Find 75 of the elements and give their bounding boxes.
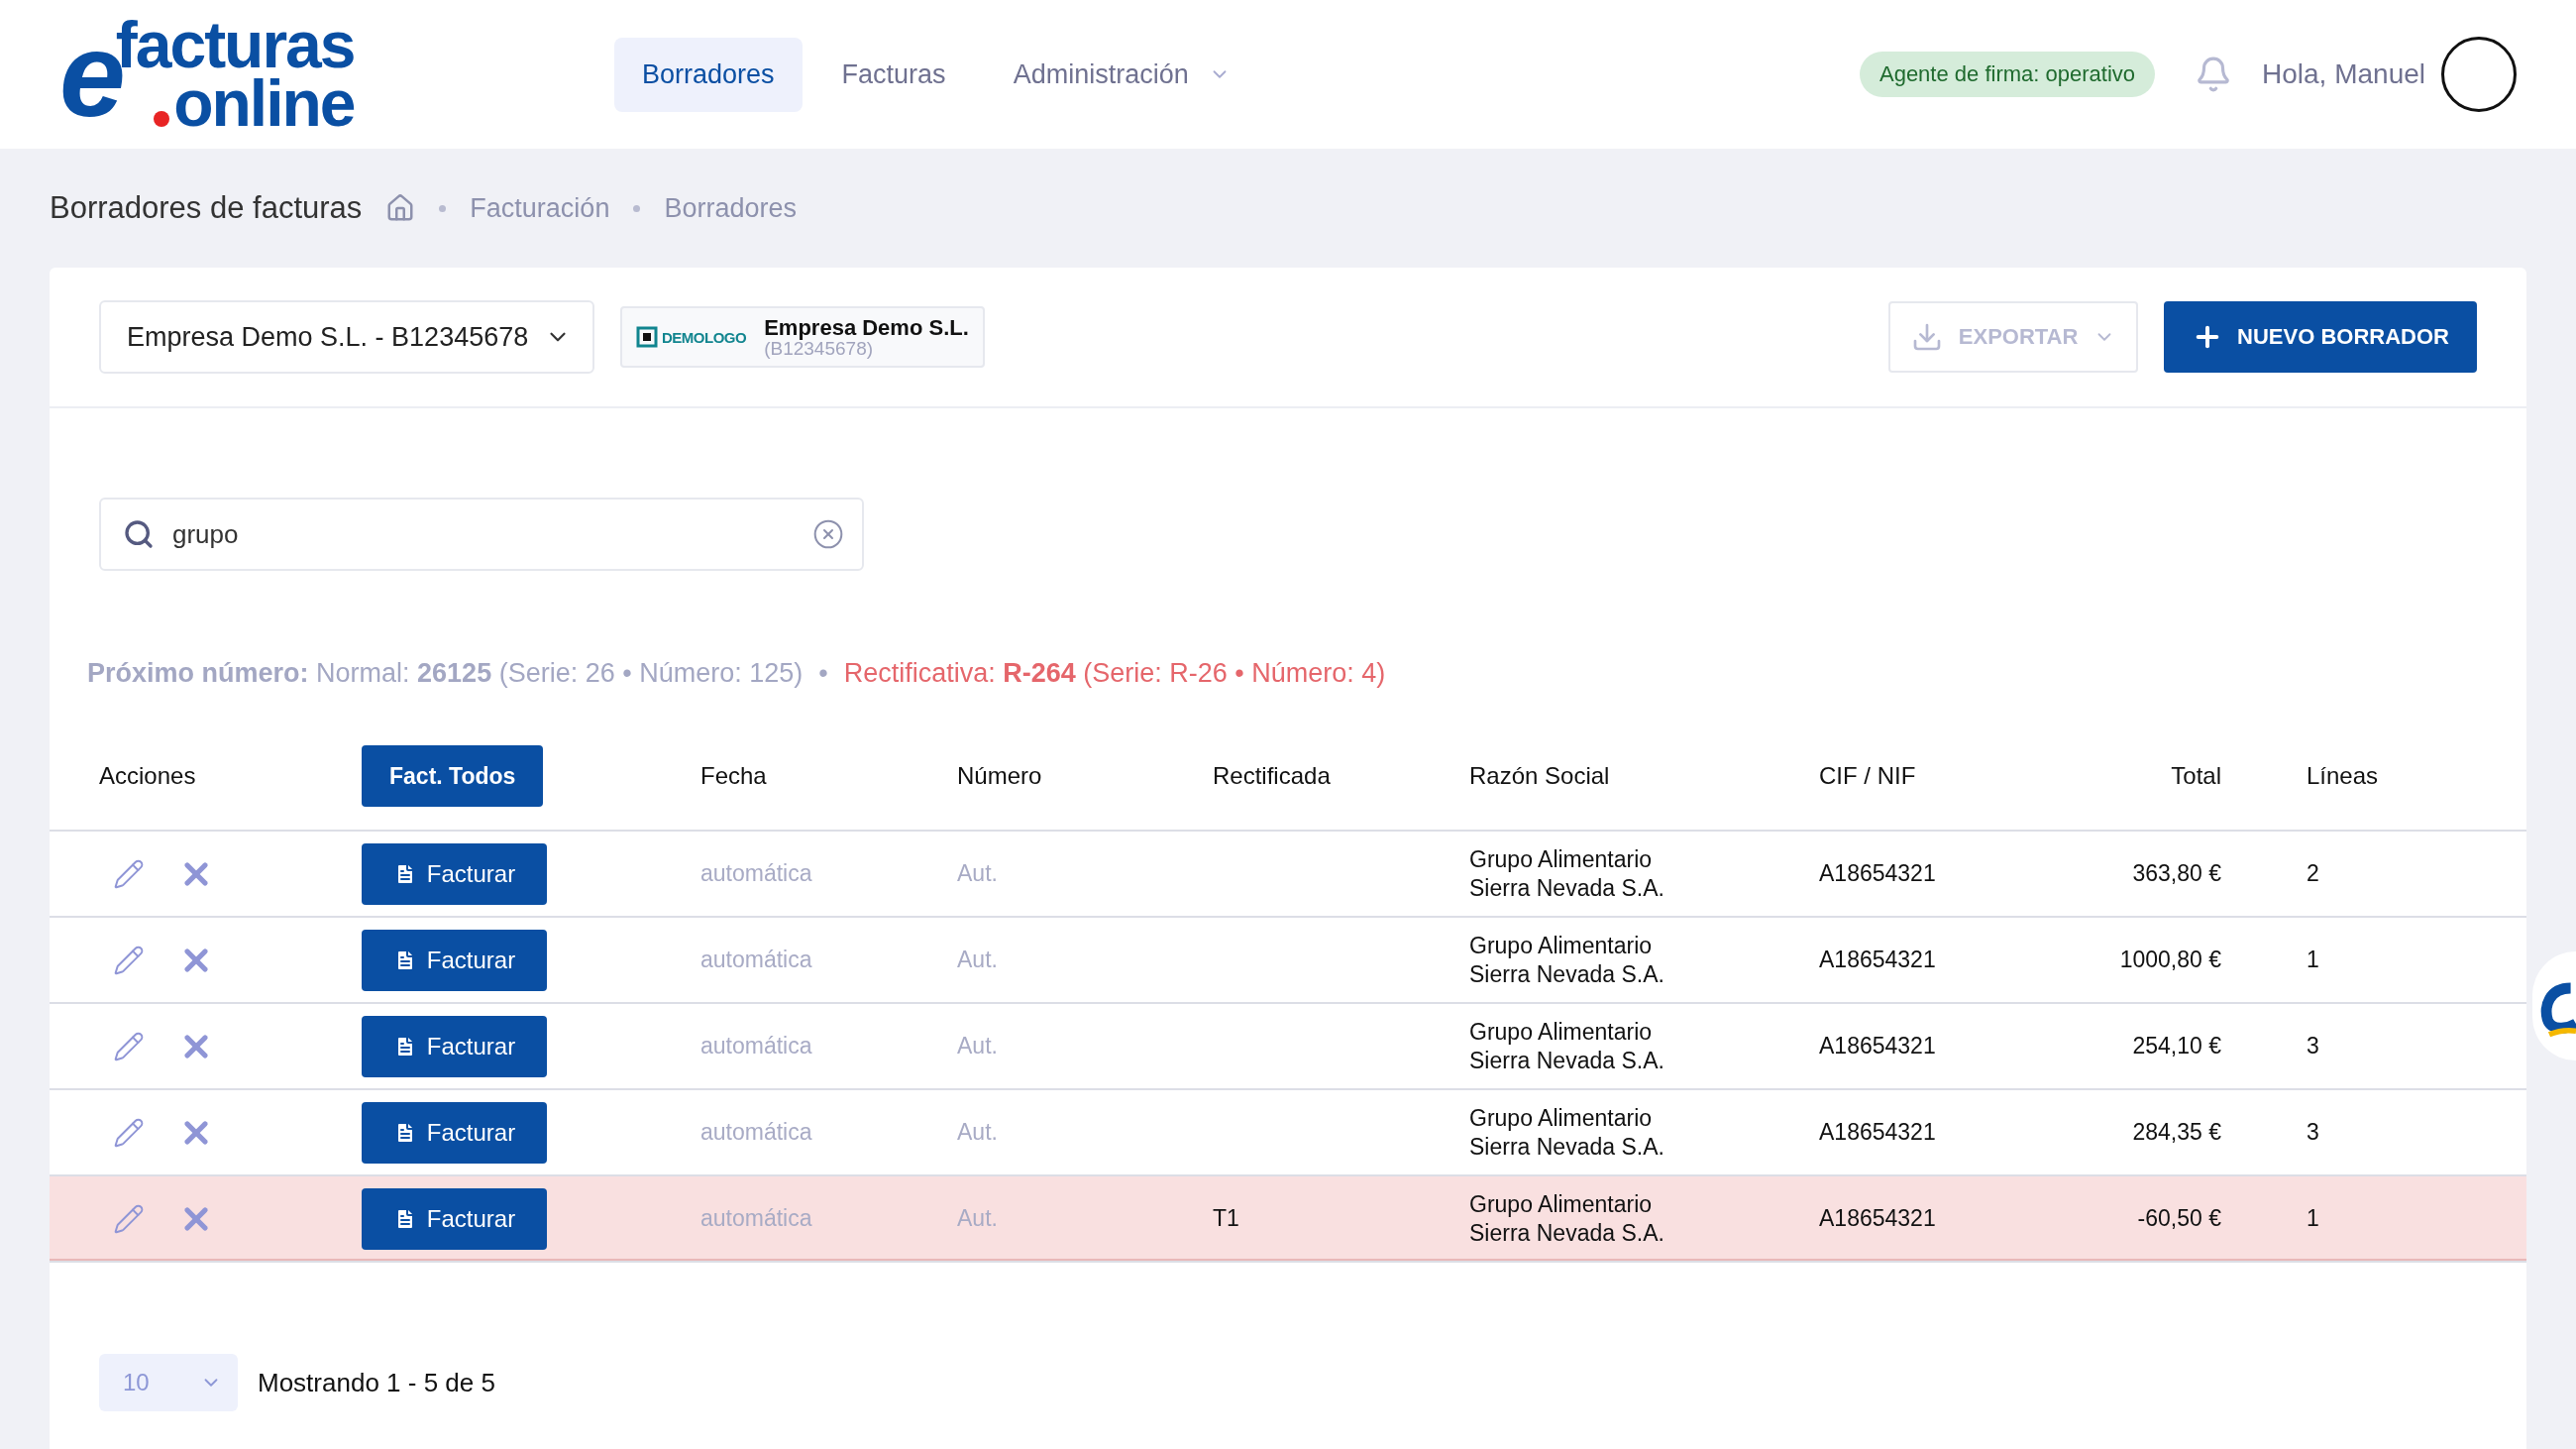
home-icon[interactable] — [385, 193, 416, 223]
invoice-button[interactable]: Facturar — [362, 1187, 547, 1250]
edit-icon[interactable] — [113, 857, 145, 890]
table-cell: Grupo Alimentario Sierra Nevada S.A. — [1469, 1189, 1664, 1248]
column-header: Número — [957, 762, 1042, 790]
column-header: Total — [2171, 762, 2221, 790]
table-cell: automática — [700, 859, 812, 888]
user-greeting: Hola, Manuel — [2262, 58, 2425, 90]
table-cell: 1000,80 € — [2119, 946, 2221, 974]
edit-icon[interactable] — [113, 1116, 145, 1149]
separator-dot-icon — [439, 204, 447, 212]
table-cell: A18654321 — [1819, 1032, 1936, 1060]
column-header: Acciones — [99, 762, 196, 790]
table-cell: Grupo Alimentario Sierra Nevada S.A. — [1469, 931, 1664, 989]
table-cell: Aut. — [957, 1032, 998, 1060]
table-cell: Grupo Alimentario Sierra Nevada S.A. — [1469, 1103, 1664, 1162]
table-cell: A18654321 — [1819, 859, 1936, 888]
table-cell-text: 2 — [2306, 859, 2319, 888]
table-cell: T1 — [1213, 1204, 1239, 1233]
logo-text: online — [173, 74, 355, 134]
search-icon — [123, 518, 155, 550]
table-cell: -60,50 € — [2137, 1204, 2221, 1233]
separator-dot: • — [818, 658, 828, 689]
logo-dot-icon — [154, 111, 170, 128]
status-badge: Agente de firma: operativo — [1859, 52, 2155, 97]
table-cell: Grupo Alimentario Sierra Nevada S.A. — [1469, 844, 1664, 903]
company-cif: (B12345678) — [764, 338, 875, 358]
table-cell: Aut. — [957, 1204, 998, 1233]
separator-dot-icon — [633, 204, 641, 212]
nav-tab[interactable]: Borradores — [614, 37, 803, 112]
table-cell-text: 1 — [2306, 946, 2319, 974]
pagination-summary: Mostrando 1 - 5 de 5 — [258, 1367, 495, 1398]
table-cell-text: 1 — [2306, 1204, 2319, 1233]
logo-icon — [636, 326, 658, 348]
table-cell: automática — [700, 1204, 812, 1233]
table-cell: Aut. — [957, 1118, 998, 1147]
table-cell: A18654321 — [1819, 1204, 1936, 1233]
next-number-rectificativa: Rectificativa: R-264 (Serie: R-26 • Número: 4) — [843, 658, 1386, 689]
table-cell: automática — [700, 1032, 812, 1060]
column-header: Razón Social — [1469, 762, 1610, 790]
invoice-all-button[interactable]: Fact. Todos — [362, 745, 544, 807]
table-cell-text: 3 — [2306, 1118, 2319, 1147]
table-cell: Aut. — [957, 946, 998, 974]
column-header: Fecha — [700, 762, 767, 790]
page-title: Borradores de facturas — [50, 190, 363, 226]
table-cell: automática — [700, 1118, 812, 1147]
nav-tab[interactable]: Facturas — [813, 37, 974, 112]
invoice-button[interactable]: Facturar — [362, 929, 547, 991]
nav-tab[interactable]: Administración — [985, 37, 1258, 112]
column-header: Rectificada — [1213, 762, 1331, 790]
table-cell: 284,35 € — [2132, 1118, 2221, 1147]
edit-icon[interactable] — [113, 1202, 145, 1235]
table-cell: A18654321 — [1819, 946, 1936, 974]
new-draft-button[interactable]: NUEVO BORRADOR — [2164, 301, 2477, 373]
invoice-button[interactable]: Facturar — [362, 1101, 547, 1164]
table-cell: automática — [700, 946, 812, 974]
table-cell: Aut. — [957, 859, 998, 888]
column-header: CIF / NIF — [1819, 762, 1916, 790]
table-cell: 254,10 € — [2132, 1032, 2221, 1060]
company-name: Empresa Demo S.L. — [764, 316, 969, 339]
company-select[interactable]: Empresa Demo S.L. - B12345678 — [99, 300, 594, 374]
clear-icon[interactable] — [812, 518, 844, 550]
edit-icon[interactable] — [113, 1030, 145, 1062]
next-number-normal: Próximo número: Normal: 26125 (Serie: 26 • Número: 125) — [87, 658, 804, 689]
table-cell: 363,80 € — [2132, 859, 2221, 888]
search-field[interactable]: grupo — [99, 498, 864, 571]
invoice-button[interactable]: Facturar — [362, 842, 547, 905]
bell-icon[interactable] — [2195, 56, 2232, 93]
invoice-button[interactable]: Facturar — [362, 1015, 547, 1077]
table-cell-text: 3 — [2306, 1032, 2319, 1060]
edit-icon[interactable] — [113, 944, 145, 976]
column-header: Líneas — [2306, 762, 2379, 790]
table-cell: A18654321 — [1819, 1118, 1936, 1147]
company-logo: DEMOLOGO — [636, 326, 747, 348]
table-cell: Grupo Alimentario Sierra Nevada S.A. — [1469, 1017, 1664, 1075]
